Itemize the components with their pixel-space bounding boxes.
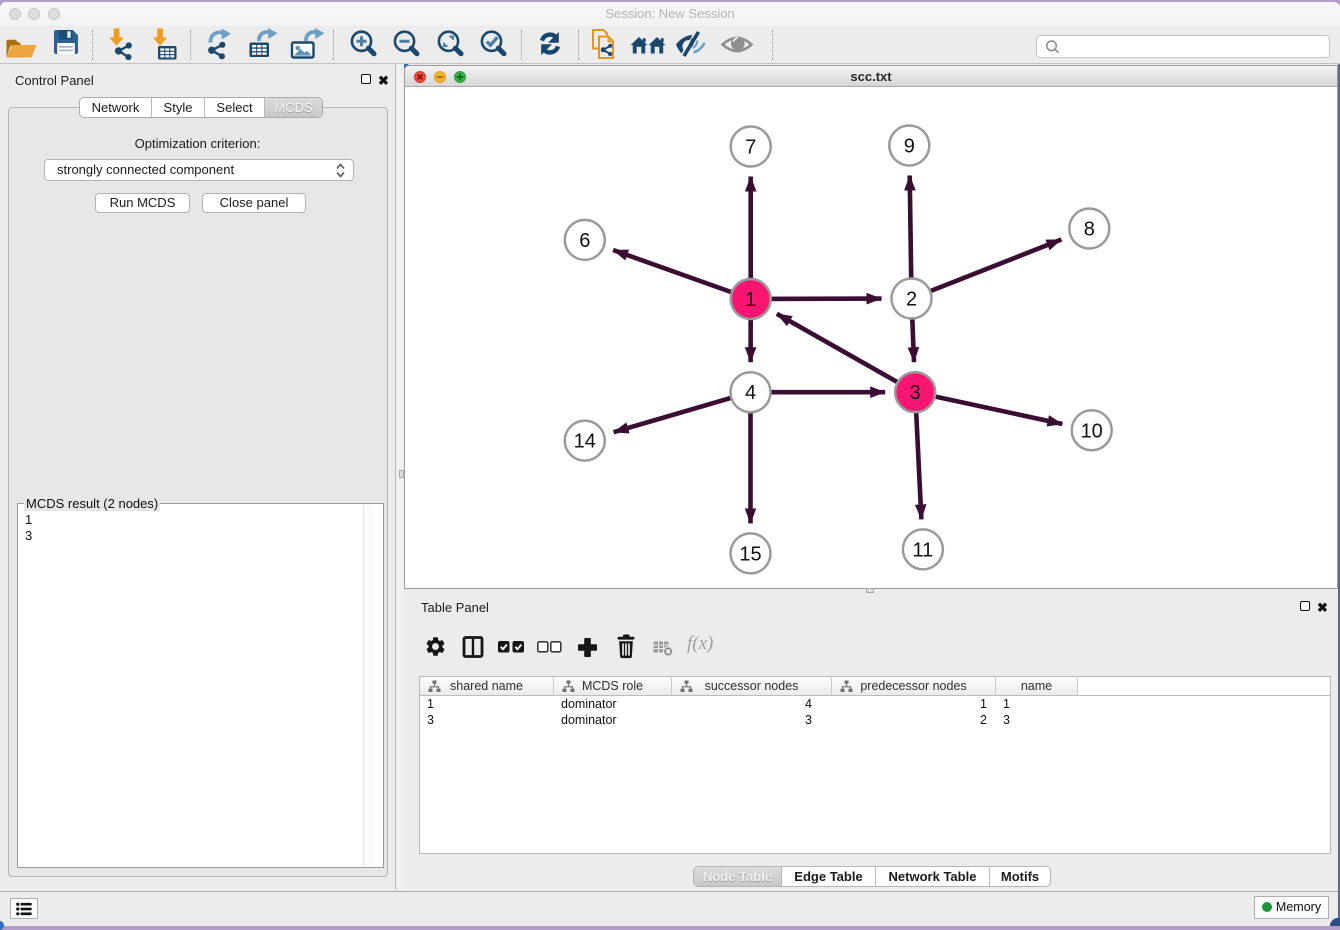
svg-text:4: 4 xyxy=(745,382,756,404)
svg-text:10: 10 xyxy=(1081,420,1103,442)
svg-text:6: 6 xyxy=(579,230,590,252)
svg-text:1: 1 xyxy=(745,289,756,311)
svg-text:8: 8 xyxy=(1084,219,1095,241)
svg-text:15: 15 xyxy=(739,543,761,565)
svg-text:3: 3 xyxy=(910,382,921,404)
svg-text:9: 9 xyxy=(904,136,915,158)
svg-text:11: 11 xyxy=(913,539,934,561)
svg-text:14: 14 xyxy=(574,431,596,453)
svg-text:2: 2 xyxy=(906,289,917,311)
svg-text:7: 7 xyxy=(745,137,756,159)
